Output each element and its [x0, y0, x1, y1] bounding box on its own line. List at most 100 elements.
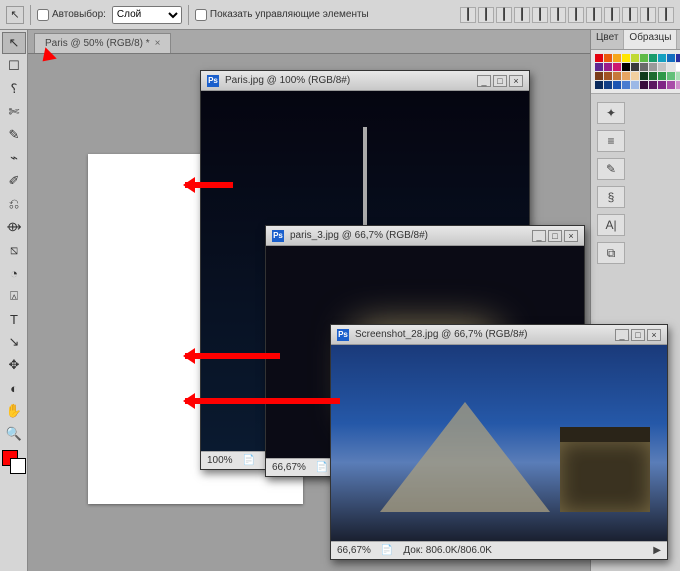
swatch[interactable]: [640, 54, 648, 62]
dock-button[interactable]: ✎: [597, 158, 625, 180]
zoom-level[interactable]: 66,67%: [272, 462, 306, 473]
tool-17[interactable]: 🔍: [2, 423, 26, 445]
align-icon[interactable]: ┃: [640, 7, 656, 23]
swatch[interactable]: [658, 81, 666, 89]
tool-12[interactable]: T: [2, 308, 26, 330]
swatch[interactable]: [649, 54, 657, 62]
swatch[interactable]: [622, 72, 630, 80]
swatch[interactable]: [613, 63, 621, 71]
tool-6[interactable]: ✐: [2, 170, 26, 192]
show-controls[interactable]: Показать управляющие элементы: [195, 9, 369, 21]
tool-2[interactable]: ⸮: [2, 78, 26, 100]
align-icon[interactable]: ┃: [460, 7, 476, 23]
swatch[interactable]: [658, 54, 666, 62]
zoom-level[interactable]: 66,67%: [337, 545, 371, 556]
tool-5[interactable]: ⌁: [2, 147, 26, 169]
swatch[interactable]: [631, 81, 639, 89]
dock-button[interactable]: A|: [597, 214, 625, 236]
swatch[interactable]: [640, 72, 648, 80]
minimize-icon[interactable]: _: [615, 329, 629, 341]
tool-3[interactable]: ✄: [2, 101, 26, 123]
swatch[interactable]: [649, 72, 657, 80]
background-swatch[interactable]: [10, 458, 26, 474]
close-icon[interactable]: ×: [564, 230, 578, 242]
swatch[interactable]: [676, 54, 680, 62]
window-titlebar[interactable]: Psparis_3.jpg @ 66,7% (RGB/8#)_□×: [266, 226, 584, 246]
dock-button[interactable]: ≡: [597, 130, 625, 152]
tool-1[interactable]: ☐: [2, 55, 26, 77]
swatch[interactable]: [595, 54, 603, 62]
tool-15[interactable]: ◐: [2, 377, 26, 399]
swatch[interactable]: [613, 54, 621, 62]
swatch[interactable]: [604, 54, 612, 62]
tool-16[interactable]: ✋: [2, 400, 26, 422]
swatch[interactable]: [631, 72, 639, 80]
maximize-icon[interactable]: □: [493, 75, 507, 87]
close-icon[interactable]: ×: [155, 38, 161, 49]
minimize-icon[interactable]: _: [532, 230, 546, 242]
image-viewport[interactable]: [331, 345, 667, 541]
tool-10[interactable]: ◔: [2, 262, 26, 284]
swatch[interactable]: [604, 81, 612, 89]
zoom-level[interactable]: 100%: [207, 455, 233, 466]
swatch[interactable]: [649, 81, 657, 89]
swatch[interactable]: [640, 63, 648, 71]
swatch[interactable]: [595, 63, 603, 71]
tool-4[interactable]: ✎: [2, 124, 26, 146]
swatch[interactable]: [676, 81, 680, 89]
autoselect-checkbox[interactable]: [37, 9, 49, 21]
dock-button[interactable]: §: [597, 186, 625, 208]
swatch[interactable]: [640, 81, 648, 89]
align-icon[interactable]: ┃: [514, 7, 530, 23]
swatch[interactable]: [604, 63, 612, 71]
window-titlebar[interactable]: PsParis.jpg @ 100% (RGB/8#)_□×: [201, 71, 529, 91]
close-icon[interactable]: ×: [647, 329, 661, 341]
swatch[interactable]: [667, 54, 675, 62]
tool-13[interactable]: ↘: [2, 331, 26, 353]
swatch-grid[interactable]: [591, 50, 680, 93]
align-icon[interactable]: ┃: [604, 7, 620, 23]
close-icon[interactable]: ×: [509, 75, 523, 87]
align-icon[interactable]: ┃: [658, 7, 674, 23]
swatch[interactable]: [667, 72, 675, 80]
tool-9[interactable]: ⧅: [2, 239, 26, 261]
dock-button[interactable]: ✦: [597, 102, 625, 124]
swatch[interactable]: [595, 72, 603, 80]
tool-14[interactable]: ✥: [2, 354, 26, 376]
autoselect-mode[interactable]: Слой: [112, 6, 182, 24]
swatch[interactable]: [676, 72, 680, 80]
align-icon[interactable]: ┃: [586, 7, 602, 23]
maximize-icon[interactable]: □: [631, 329, 645, 341]
swatch[interactable]: [631, 63, 639, 71]
swatch[interactable]: [658, 63, 666, 71]
dock-button[interactable]: ⧉: [597, 242, 625, 264]
swatch[interactable]: [622, 81, 630, 89]
swatch[interactable]: [667, 81, 675, 89]
swatch[interactable]: [613, 81, 621, 89]
tab-color[interactable]: Цвет: [591, 30, 624, 49]
tab-swatches[interactable]: Образцы: [624, 30, 677, 49]
align-icon[interactable]: ┃: [532, 7, 548, 23]
swatch[interactable]: [658, 72, 666, 80]
minimize-icon[interactable]: _: [477, 75, 491, 87]
swatch[interactable]: [676, 63, 680, 71]
swatch[interactable]: [613, 72, 621, 80]
chevron-right-icon[interactable]: ▶: [653, 545, 661, 556]
color-swatches[interactable]: [2, 450, 26, 474]
swatch[interactable]: [604, 72, 612, 80]
tool-11[interactable]: ⍓: [2, 285, 26, 307]
tool-8[interactable]: ⟴: [2, 216, 26, 238]
swatch[interactable]: [631, 54, 639, 62]
tool-7[interactable]: ⎌: [2, 193, 26, 215]
maximize-icon[interactable]: □: [548, 230, 562, 242]
swatch[interactable]: [667, 63, 675, 71]
swatch[interactable]: [622, 54, 630, 62]
align-icon[interactable]: ┃: [478, 7, 494, 23]
document-tab[interactable]: Paris @ 50% (RGB/8) * ×: [34, 33, 171, 53]
swatch[interactable]: [649, 63, 657, 71]
show-controls-checkbox[interactable]: [195, 9, 207, 21]
autoselect-control[interactable]: Автовыбор:: [37, 9, 106, 21]
window-titlebar[interactable]: PsScreenshot_28.jpg @ 66,7% (RGB/8#)_□×: [331, 325, 667, 345]
swatch[interactable]: [595, 81, 603, 89]
align-icon[interactable]: ┃: [496, 7, 512, 23]
